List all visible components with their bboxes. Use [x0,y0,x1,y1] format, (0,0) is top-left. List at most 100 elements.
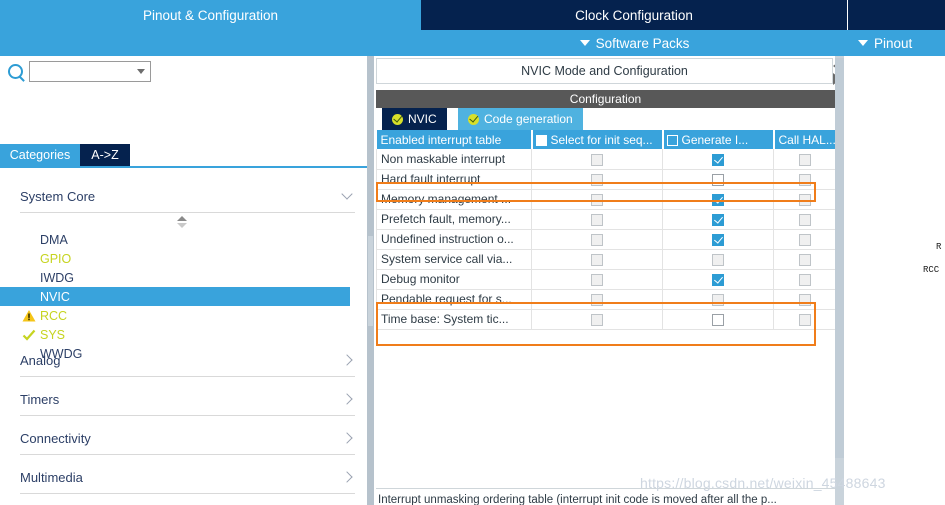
peripheral-item-gpio[interactable]: GPIO [0,249,350,268]
generate-checkbox[interactable] [712,293,724,306]
tab-nvic[interactable]: NVIC [382,108,447,130]
generate-cell[interactable] [662,269,774,290]
main-panel-scrollbar[interactable] [835,56,844,505]
select-init-checkbox[interactable] [591,293,603,306]
select-init-cell[interactable] [531,249,663,270]
panel-splitter[interactable] [367,56,374,505]
generate-cell[interactable] [662,249,774,270]
table-row[interactable]: Pendable request for s... [376,289,836,310]
sidebar-section-connectivity-label: Connectivity [20,430,91,446]
table-row[interactable]: Memory management ... [376,189,836,210]
sort-order-icon[interactable] [175,216,189,228]
select-init-cell[interactable] [531,189,663,210]
select-init-cell[interactable] [531,229,663,250]
select-all-init-checkbox[interactable] [535,134,547,146]
generate-cell[interactable] [662,309,774,330]
generate-cell[interactable] [662,189,774,210]
chevron-down-icon[interactable] [137,68,145,74]
generate-cell[interactable] [662,169,774,190]
generate-cell[interactable] [662,209,774,230]
sidebar-section-timers[interactable]: Timers [20,383,355,416]
tab-clock-configuration[interactable]: Clock Configuration [421,0,848,30]
generate-checkbox[interactable] [712,233,724,246]
call-hal-cell[interactable] [773,269,836,290]
call-hal-checkbox[interactable] [798,153,811,166]
pinout-menu[interactable]: Pinout [848,30,945,56]
table-row[interactable]: Prefetch fault, memory... [376,209,836,230]
table-row[interactable]: Debug monitor [376,269,836,290]
select-init-cell[interactable] [531,289,663,310]
select-init-checkbox[interactable] [591,253,603,266]
tab-a-to-z[interactable]: A->Z [80,144,130,166]
generate-checkbox[interactable] [712,153,724,166]
table-row[interactable]: Non maskable interrupt [376,149,836,170]
column-header-generate-interrupt[interactable]: Generate I... [662,130,775,149]
call-hal-checkbox[interactable] [798,213,811,226]
call-hal-cell[interactable] [773,249,836,270]
peripheral-item-sys[interactable]: SYS [0,325,350,344]
sidebar-section-connectivity[interactable]: Connectivity [20,422,355,455]
peripheral-item-rcc[interactable]: RCC [0,306,350,325]
select-init-checkbox[interactable] [591,173,603,186]
call-hal-checkbox[interactable] [798,193,811,206]
select-init-cell[interactable] [531,169,663,190]
generate-checkbox[interactable] [712,213,724,226]
generate-cell[interactable] [662,229,774,250]
table-row[interactable]: System service call via... [376,249,836,270]
select-all-generate-checkbox[interactable] [666,134,678,146]
search-combobox[interactable] [29,60,151,82]
generate-checkbox[interactable] [712,173,724,186]
column-header-call-hal[interactable]: Call HAL... [773,130,836,149]
scrollbar-thumb[interactable] [835,58,844,458]
generate-cell[interactable] [662,149,774,170]
call-hal-checkbox[interactable] [798,253,811,266]
panel-splitter-handle[interactable] [368,236,373,326]
tab-pinout-configuration[interactable]: Pinout & Configuration [0,0,421,30]
table-row[interactable]: Undefined instruction o... [376,229,836,250]
sidebar-section-multimedia[interactable]: Multimedia [20,461,355,494]
select-init-cell[interactable] [531,309,663,330]
generate-checkbox[interactable] [712,193,724,206]
select-init-checkbox[interactable] [591,233,603,246]
select-init-cell[interactable] [531,269,663,290]
chevron-down-icon [341,188,353,200]
call-hal-cell[interactable] [773,309,836,330]
call-hal-cell[interactable] [773,149,836,170]
search-input[interactable] [30,62,137,80]
search-icon[interactable] [8,63,23,79]
generate-checkbox[interactable] [712,253,724,266]
select-init-cell[interactable] [531,209,663,230]
table-row[interactable]: Time base: System tic... [376,309,836,330]
call-hal-checkbox[interactable] [798,293,811,306]
generate-cell[interactable] [662,289,774,310]
call-hal-cell[interactable] [773,209,836,230]
select-init-checkbox[interactable] [591,313,603,326]
table-row[interactable]: Hard fault interrupt [376,169,836,190]
tab-categories[interactable]: Categories [0,144,80,166]
call-hal-cell[interactable] [773,189,836,210]
call-hal-cell[interactable] [773,229,836,250]
call-hal-cell[interactable] [773,169,836,190]
peripheral-item-dma[interactable]: DMA [0,230,350,249]
left-panel: Categories A->Z System Core DMA GPIO IWD… [0,56,367,505]
call-hal-checkbox[interactable] [798,273,811,286]
call-hal-checkbox[interactable] [798,173,811,186]
call-hal-checkbox[interactable] [798,233,811,246]
column-header-enabled-interrupt-table[interactable]: Enabled interrupt table [376,130,533,149]
select-init-checkbox[interactable] [591,213,603,226]
generate-checkbox[interactable] [712,313,724,326]
software-packs-menu[interactable]: Software Packs [421,30,848,56]
generate-checkbox[interactable] [712,273,724,286]
sidebar-section-analog[interactable]: Analog [20,344,355,377]
select-init-checkbox[interactable] [591,153,603,166]
peripheral-item-iwdg[interactable]: IWDG [0,268,350,287]
select-init-checkbox[interactable] [591,273,603,286]
call-hal-cell[interactable] [773,289,836,310]
select-init-cell[interactable] [531,149,663,170]
column-header-select-for-init-seq[interactable]: Select for init seq... [531,130,664,149]
select-init-checkbox[interactable] [591,193,603,206]
tab-code-generation[interactable]: Code generation [458,108,583,130]
call-hal-checkbox[interactable] [798,313,811,326]
peripheral-item-nvic[interactable]: NVIC [0,287,350,306]
tab-extra[interactable] [848,0,945,30]
